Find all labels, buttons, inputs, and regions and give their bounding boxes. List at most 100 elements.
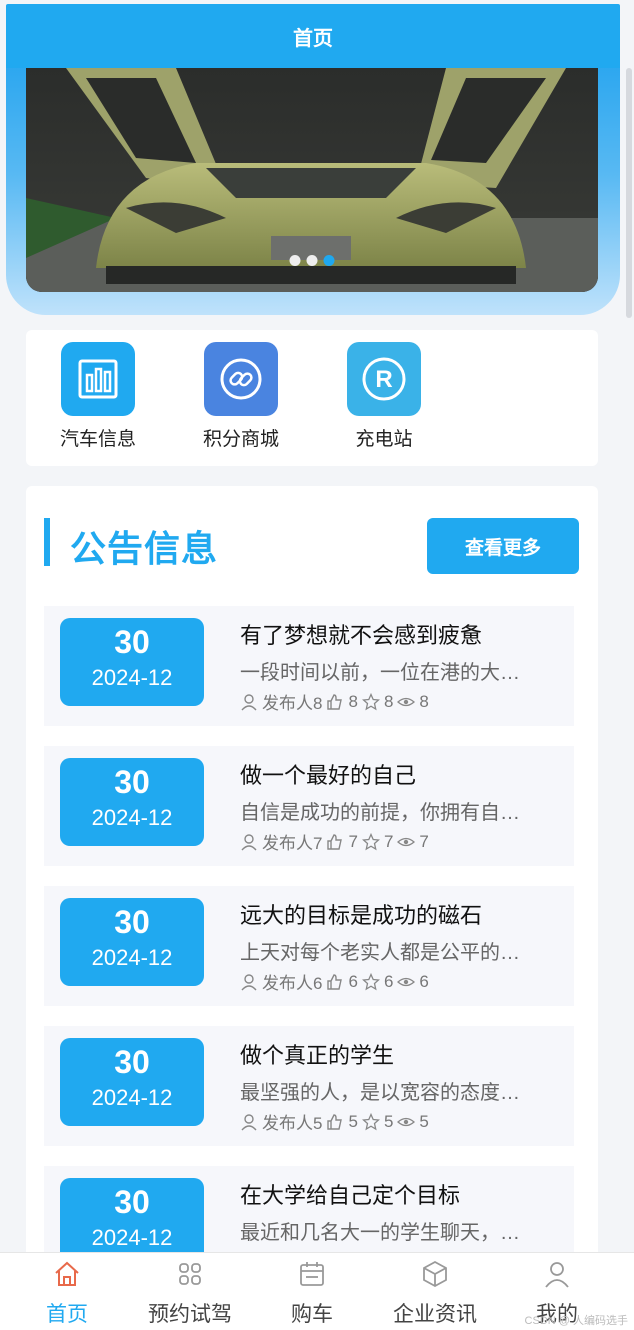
quick-link-charging-station[interactable]: R 充电站	[334, 342, 434, 451]
quick-link-points-mall[interactable]: 积分商城	[191, 342, 291, 451]
eye-icon	[397, 837, 416, 846]
app-page: 首页 汽车信息 积分商城 R 充电站 公告信息 查看更多 30 2024-12 …	[0, 0, 634, 1330]
carousel-dot[interactable]	[306, 255, 318, 266]
eye-icon	[397, 697, 416, 706]
notice-favorites: 7	[383, 831, 394, 851]
tab-home[interactable]: 首页	[7, 1259, 127, 1328]
notice-favorites: 5	[383, 1111, 394, 1131]
user-icon	[545, 1262, 569, 1288]
tab-label: 企业资讯	[393, 1303, 477, 1326]
date-year-month: 2024-12	[91, 665, 173, 690]
thumbs-up-icon	[327, 973, 343, 990]
quick-link-car-info[interactable]: 汽车信息	[48, 342, 148, 451]
tab-enterprise-news[interactable]: 企业资讯	[375, 1259, 495, 1328]
carousel-dot-active[interactable]	[323, 255, 335, 266]
notice-item[interactable]: 30 2024-12 有了梦想就不会感到疲惫 一段时间以前，一位在港的大… 发布…	[44, 606, 574, 726]
notice-meta: 发布人8 8 8 8	[240, 689, 560, 714]
link-icon	[204, 342, 278, 416]
notice-favorites: 6	[383, 971, 394, 991]
notice-info: 有了梦想就不会感到疲惫 一段时间以前，一位在港的大… 发布人8 8 8 8	[240, 618, 560, 714]
notice-summary: 一段时间以前，一位在港的大…	[240, 662, 520, 684]
date-day: 30	[114, 764, 150, 800]
user-icon	[241, 833, 257, 850]
page-title: 首页	[293, 27, 333, 50]
quick-link-label: 汽车信息	[59, 429, 136, 450]
tab-buy-car[interactable]: 购车	[252, 1259, 372, 1328]
notice-summary: 自信是成功的前提，你拥有自…	[240, 802, 520, 824]
notice-item[interactable]: 30 2024-12 做一个最好的自己 自信是成功的前提，你拥有自… 发布人7 …	[44, 746, 574, 866]
notice-title: 有了梦想就不会感到疲惫	[240, 623, 483, 648]
user-icon	[241, 693, 257, 710]
date-day: 30	[114, 624, 150, 660]
notice-likes: 6	[348, 971, 358, 991]
date-badge: 30 2024-12	[60, 898, 204, 986]
date-badge: 30 2024-12	[60, 1038, 204, 1126]
notice-author: 发布人8	[262, 694, 323, 713]
notice-views: 6	[419, 971, 429, 991]
notice-title: 在大学给自己定个目标	[240, 1183, 461, 1208]
notice-author: 发布人5	[262, 1114, 323, 1133]
notice-info: 做一个最好的自己 自信是成功的前提，你拥有自… 发布人7 7 7 7	[240, 758, 560, 854]
date-year-month: 2024-12	[91, 805, 173, 830]
cube-icon	[423, 1260, 447, 1288]
notice-list: 30 2024-12 有了梦想就不会感到疲惫 一段时间以前，一位在港的大… 发布…	[44, 606, 574, 1266]
star-icon	[361, 692, 380, 710]
notice-meta: 发布人6 6 6 6	[240, 969, 560, 994]
notice-author: 发布人7	[262, 834, 323, 853]
tab-label: 首页	[46, 1303, 88, 1326]
notice-author: 发布人6	[262, 974, 323, 993]
notice-info: 做个真正的学生 最坚强的人，是以宽容的态度… 发布人5 5 5 5	[240, 1038, 560, 1134]
date-badge: 30 2024-12	[60, 618, 204, 706]
carousel-dots	[289, 255, 335, 266]
notice-views: 8	[419, 691, 429, 711]
notice-info: 远大的目标是成功的磁石 上天对每个老实人都是公平的… 发布人6 6 6 6	[240, 898, 560, 994]
notice-summary: 最近和几名大一的学生聊天，…	[240, 1222, 520, 1244]
date-day: 30	[114, 1184, 150, 1220]
notice-meta: 发布人7 7 7 7	[240, 829, 560, 854]
banner-carousel[interactable]	[26, 68, 598, 292]
notice-item[interactable]: 30 2024-12 在大学给自己定个目标 最近和几名大一的学生聊天，…	[44, 1166, 574, 1266]
notice-likes: 8	[348, 691, 358, 711]
notice-item[interactable]: 30 2024-12 做个真正的学生 最坚强的人，是以宽容的态度… 发布人5 5…	[44, 1026, 574, 1146]
quick-link-label: 积分商城	[202, 429, 279, 450]
notice-title: 远大的目标是成功的磁石	[240, 903, 483, 928]
quick-links-panel: 汽车信息 积分商城 R 充电站	[26, 330, 598, 466]
notice-title: 做个真正的学生	[240, 1043, 395, 1068]
view-more-button[interactable]: 查看更多	[427, 518, 579, 574]
star-icon	[361, 1112, 380, 1130]
eye-icon	[397, 977, 416, 986]
thumbs-up-icon	[327, 833, 343, 850]
notice-meta: 发布人5 5 5 5	[240, 1109, 560, 1134]
quick-link-label: 充电站	[355, 429, 413, 450]
date-badge: 30 2024-12	[60, 758, 204, 846]
watermark: CSDN @ 人编码选手	[524, 1315, 628, 1327]
tab-label: 购车	[291, 1303, 333, 1326]
date-year-month: 2024-12	[91, 1085, 173, 1110]
registered-icon: R	[347, 342, 421, 416]
thumbs-up-icon	[327, 693, 343, 710]
notice-likes: 7	[348, 831, 358, 851]
notice-title: 做一个最好的自己	[240, 763, 417, 788]
navbar: 首页	[6, 4, 620, 68]
date-year-month: 2024-12	[91, 1225, 173, 1250]
calendar-icon	[300, 1262, 324, 1286]
date-day: 30	[114, 1044, 150, 1080]
notice-summary: 上天对每个老实人都是公平的…	[240, 942, 520, 964]
tab-test-drive[interactable]: 预约试驾	[130, 1259, 250, 1328]
notice-favorites: 8	[383, 691, 394, 711]
section-title: 公告信息	[70, 528, 219, 569]
user-icon	[241, 973, 257, 990]
home-icon	[55, 1261, 79, 1286]
notice-views: 5	[419, 1111, 429, 1131]
carousel-dot[interactable]	[289, 255, 301, 266]
notice-section: 公告信息 查看更多 30 2024-12 有了梦想就不会感到疲惫 一段时间以前，…	[26, 486, 598, 1266]
user-icon	[241, 1113, 257, 1130]
svg-text:R: R	[375, 366, 392, 393]
notice-views: 7	[419, 831, 429, 851]
scrollbar[interactable]	[626, 68, 632, 318]
bar-chart-icon	[61, 342, 135, 416]
star-icon	[361, 832, 380, 850]
notice-item[interactable]: 30 2024-12 远大的目标是成功的磁石 上天对每个老实人都是公平的… 发布…	[44, 886, 574, 1006]
date-year-month: 2024-12	[91, 945, 173, 970]
section-accent-bar	[44, 518, 50, 566]
